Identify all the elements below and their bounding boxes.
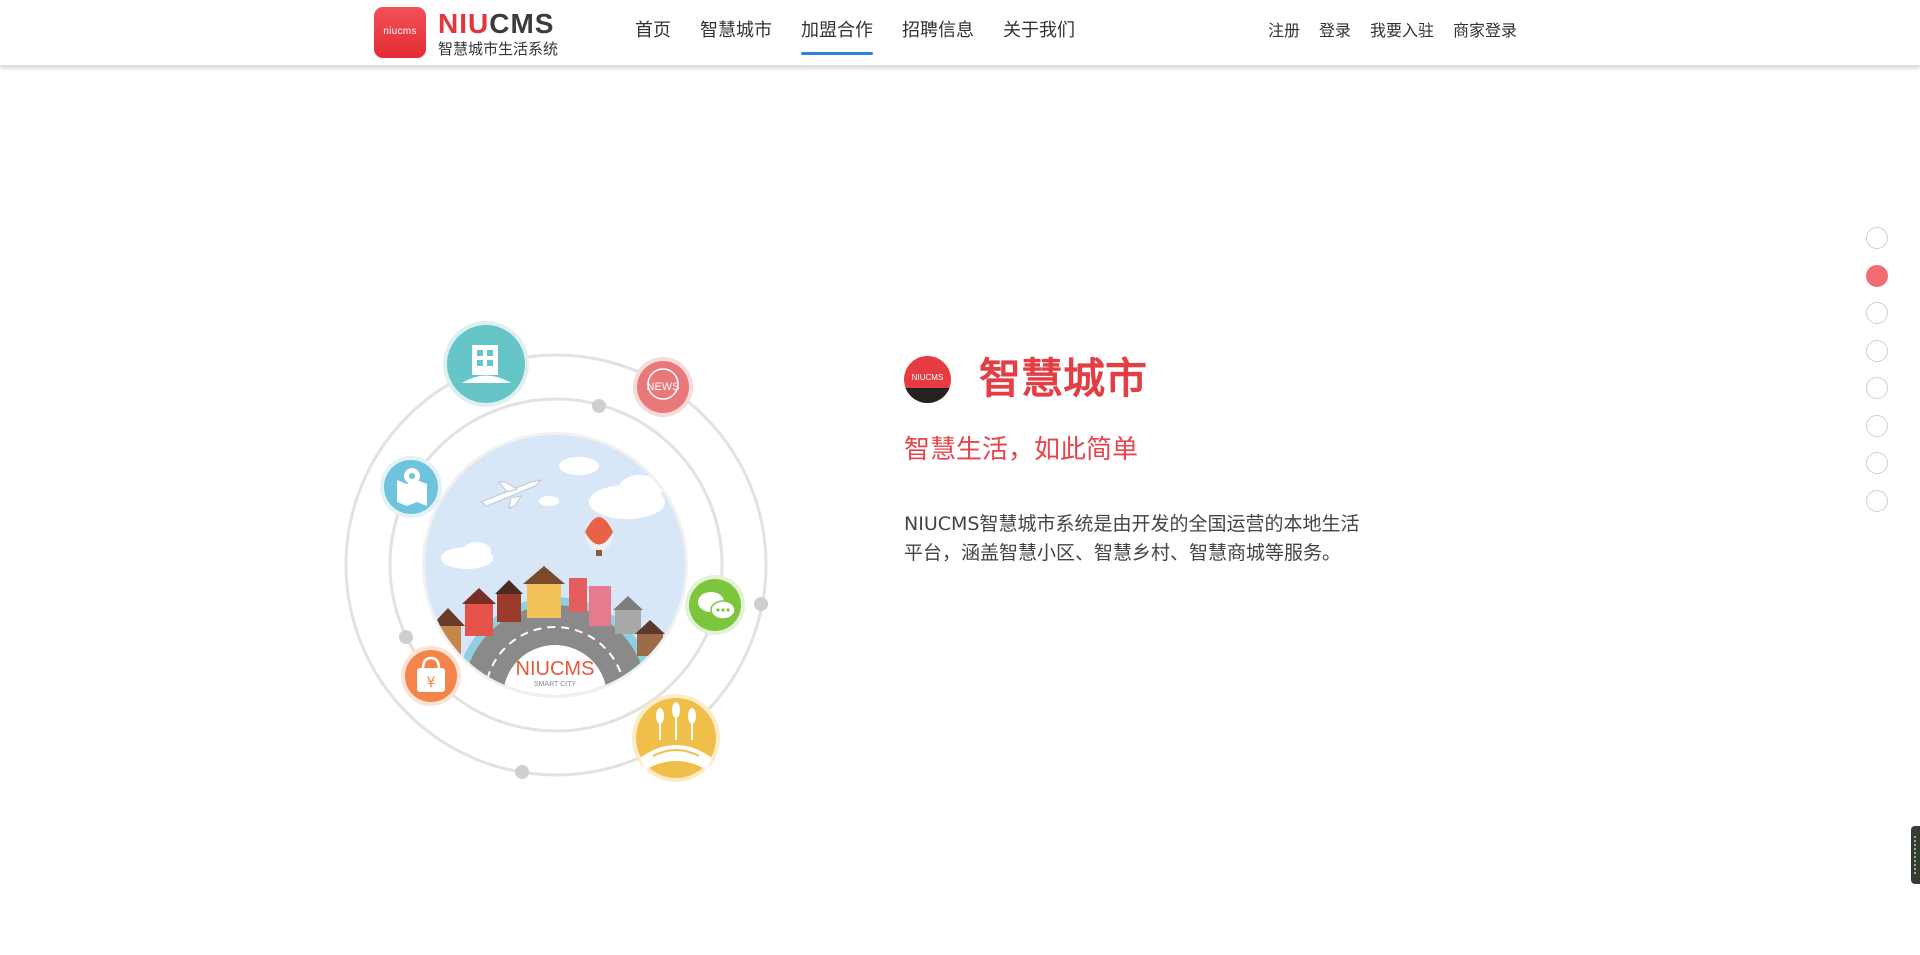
pager-dot-6[interactable]	[1866, 414, 1888, 437]
map-icon	[380, 456, 442, 518]
pager-dot-7[interactable]	[1866, 452, 1888, 474]
center-badge-sub: SMART CITY	[534, 681, 576, 688]
farm-icon	[632, 694, 720, 782]
pager-dot-5[interactable]	[1866, 377, 1888, 399]
pager-dot-4[interactable]	[1866, 339, 1888, 362]
page-pager	[1866, 227, 1892, 527]
login-link[interactable]: 登录	[1319, 0, 1351, 65]
logo-subtitle: 智慧城市生活系统	[438, 40, 559, 58]
section-logo-icon: NIUCMS	[904, 356, 951, 403]
logo-brand: NIUCMS	[438, 8, 555, 39]
site-logo[interactable]: niucms NIUCMS 智慧城市生活系统	[374, 7, 574, 59]
orbit-dot	[399, 630, 413, 644]
orbit-dot	[754, 597, 768, 611]
main-nav: 首页 智慧城市 加盟合作 招聘信息 关于我们	[635, 0, 1104, 65]
logo-icon: niucms	[374, 7, 426, 58]
nav-item-franchise[interactable]: 加盟合作	[801, 0, 873, 65]
nav-item-about[interactable]: 关于我们	[1003, 0, 1075, 65]
nav-item-smart-city[interactable]: 智慧城市	[700, 0, 772, 65]
orbit-dot	[515, 765, 529, 779]
section-description: NIUCMS智慧城市系统是由开发的全国运营的本地生活平台，涵盖智慧小区、智慧乡村…	[904, 513, 1360, 564]
register-link[interactable]: 注册	[1268, 0, 1300, 65]
user-links: 注册 登录 我要入驻 商家登录	[1268, 0, 1536, 65]
center-badge-title: NIUCMS	[516, 658, 595, 680]
merchant-login-link[interactable]: 商家登录	[1453, 0, 1517, 65]
orbit-dot	[592, 399, 606, 413]
pager-dot-2[interactable]	[1866, 264, 1888, 287]
nav-item-home[interactable]: 首页	[635, 0, 671, 65]
svg-text:NEWS: NEWS	[647, 381, 680, 393]
section-subtitle: 智慧生活，如此简单	[904, 435, 1139, 465]
chat-icon	[685, 575, 745, 635]
pager-dot-8[interactable]	[1866, 489, 1888, 512]
smart-city-illustration: NIUCMS SMART CITY NEWS ¥	[344, 321, 768, 782]
news-icon: NEWS	[633, 357, 693, 417]
nav-item-jobs[interactable]: 招聘信息	[902, 0, 974, 65]
pager-dot-1[interactable]	[1866, 227, 1888, 249]
building-icon	[443, 321, 529, 407]
shopping-bag-icon: ¥	[401, 646, 461, 706]
side-tool-handle[interactable]	[1911, 826, 1920, 884]
merchant-join-link[interactable]: 我要入驻	[1370, 0, 1434, 65]
top-header: niucms NIUCMS 智慧城市生活系统 首页 智慧城市 加盟合作 招聘信息…	[0, 0, 1920, 66]
section-title: 智慧城市	[979, 354, 1148, 403]
svg-text:¥: ¥	[427, 675, 436, 691]
pager-dot-3[interactable]	[1866, 302, 1888, 324]
